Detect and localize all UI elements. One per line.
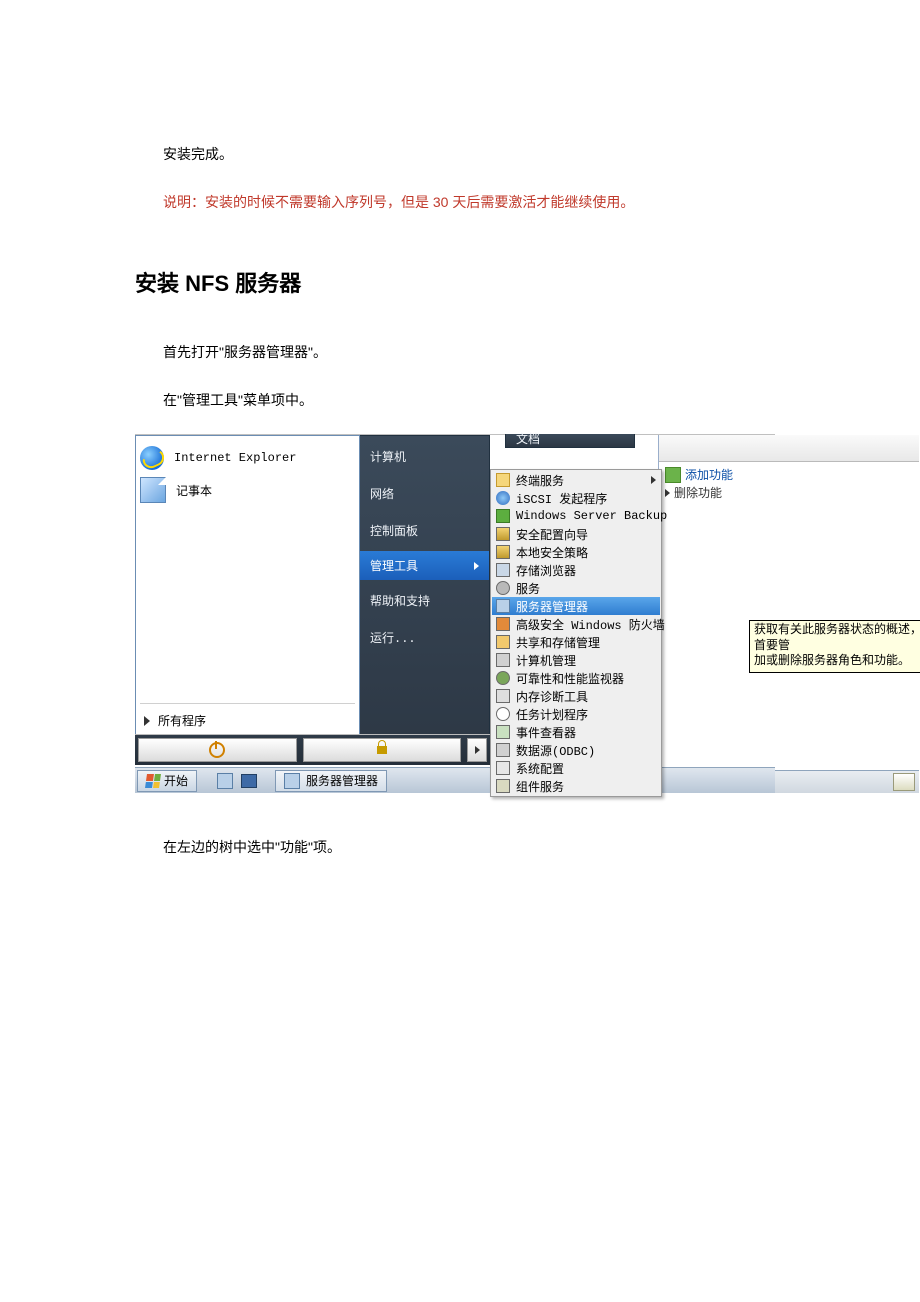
chevron-right-icon [651, 476, 656, 484]
all-programs[interactable]: 所有程序 [136, 706, 359, 735]
para-select-features: 在左边的树中选中"功能"项。 [135, 833, 785, 861]
admin-tools-submenu: 终端服务 iSCSI 发起程序 Windows Server Backup 安全… [490, 469, 662, 797]
sub-server-manager[interactable]: 服务器管理器 [492, 597, 660, 615]
sub-firewall[interactable]: 高级安全 Windows 防火墙 [492, 615, 660, 633]
start-right-run[interactable]: 运行... [360, 623, 489, 652]
computer-icon [496, 653, 510, 667]
divider [140, 703, 355, 704]
start-button[interactable]: 开始 [137, 770, 197, 792]
start-right-computer[interactable]: 计算机 [360, 442, 489, 471]
server-manager-icon [217, 773, 233, 789]
component-icon [496, 779, 510, 793]
share-icon [496, 635, 510, 649]
note-activation: 说明：安装的时候不需要输入序列号，但是 30 天后需要激活才能继续使用。 [135, 188, 785, 216]
server-manager-icon [284, 773, 300, 789]
lock-icon [377, 746, 387, 754]
odbc-icon [496, 743, 510, 757]
sub-iscsi[interactable]: iSCSI 发起程序 [492, 489, 660, 507]
notepad-icon [140, 477, 166, 503]
sub-compsvc[interactable]: 组件服务 [492, 777, 660, 795]
server-manager-tooltip: 获取有关此服务器状态的概述，执行首要管 加或删除服务器角色和功能。 [749, 620, 920, 673]
sub-memdiag[interactable]: 内存诊断工具 [492, 687, 660, 705]
shutdown-options-button[interactable] [467, 738, 487, 762]
storage-icon [496, 563, 510, 577]
para-admin-tools-menu: 在"管理工具"菜单项中。 [135, 386, 785, 414]
chevron-right-icon [475, 746, 480, 754]
chevron-right-icon [474, 562, 479, 570]
pinned-ie[interactable]: Internet Explorer [136, 442, 359, 474]
show-desktop-icon [241, 774, 257, 788]
server-manager-icon [496, 599, 510, 613]
quicklaunch-server-manager[interactable] [214, 771, 236, 791]
gear-icon [496, 581, 510, 595]
ie-icon [140, 446, 164, 470]
start-right-admintools[interactable]: 管理工具 [360, 551, 489, 580]
all-programs-label: 所有程序 [158, 712, 206, 729]
sub-wsb[interactable]: Windows Server Backup [492, 507, 660, 525]
perf-icon [496, 671, 510, 685]
pane-corner-button[interactable] [893, 773, 915, 791]
start-right-controlpanel[interactable]: 控制面板 [360, 516, 489, 545]
start-right-help[interactable]: 帮助和支持 [360, 586, 489, 615]
add-icon [665, 467, 681, 483]
lock-button[interactable] [303, 738, 462, 762]
sub-localsec[interactable]: 本地安全策略 [492, 543, 660, 561]
add-feature-link[interactable]: 添加功能 [665, 466, 913, 483]
backup-icon [496, 509, 510, 523]
pane-header [659, 435, 919, 462]
shield-icon [496, 545, 510, 559]
folder-icon [496, 473, 510, 487]
firewall-icon [496, 617, 510, 631]
sub-storage[interactable]: 存储浏览器 [492, 561, 660, 579]
clock-icon [496, 707, 510, 721]
sub-terminal-services[interactable]: 终端服务 [492, 471, 660, 489]
chevron-right-icon [144, 716, 150, 726]
pinned-notepad-label: 记事本 [176, 482, 212, 499]
event-icon [496, 725, 510, 739]
remove-feature-link[interactable]: 删除功能 [665, 484, 913, 501]
memory-icon [496, 689, 510, 703]
pinned-notepad[interactable]: 记事本 [136, 474, 359, 506]
quicklaunch-desktop[interactable] [238, 771, 260, 791]
server-manager-pane: 添加功能 删除功能 获取有关此服务器状态的概述，执行首要管 加或删除服务器角色和… [658, 435, 919, 793]
para-install-done: 安装完成。 [135, 140, 785, 168]
start-right-network[interactable]: 网络 [360, 479, 489, 508]
taskbar-task-server-manager[interactable]: 服务器管理器 [275, 770, 387, 792]
sub-msconfig[interactable]: 系统配置 [492, 759, 660, 777]
globe-icon [496, 491, 510, 505]
sub-perfmon[interactable]: 可靠性和性能监视器 [492, 669, 660, 687]
start-right-truncated: 文档 [505, 434, 635, 448]
shield-icon [496, 527, 510, 541]
sub-tasksched[interactable]: 任务计划程序 [492, 705, 660, 723]
sub-eventvwr[interactable]: 事件查看器 [492, 723, 660, 741]
taskbar: 开始 服务器管理器 [135, 767, 775, 793]
shutdown-button[interactable] [138, 738, 297, 762]
chevron-right-icon [665, 489, 670, 497]
pinned-ie-label: Internet Explorer [174, 451, 296, 465]
sub-services[interactable]: 服务 [492, 579, 660, 597]
sub-odbc[interactable]: 数据源(ODBC) [492, 741, 660, 759]
sub-scw[interactable]: 安全配置向导 [492, 525, 660, 543]
sub-compmgmt[interactable]: 计算机管理 [492, 651, 660, 669]
sub-share-storage[interactable]: 共享和存储管理 [492, 633, 660, 651]
screenshot-start-menu: 文档 Internet Explorer 记事本 [135, 434, 775, 793]
para-open-server-manager: 首先打开"服务器管理器"。 [135, 338, 785, 366]
windows-logo-icon [145, 774, 161, 788]
power-icon [209, 742, 225, 758]
msconfig-icon [496, 761, 510, 775]
heading-install-nfs: 安装 NFS 服务器 [135, 266, 785, 298]
